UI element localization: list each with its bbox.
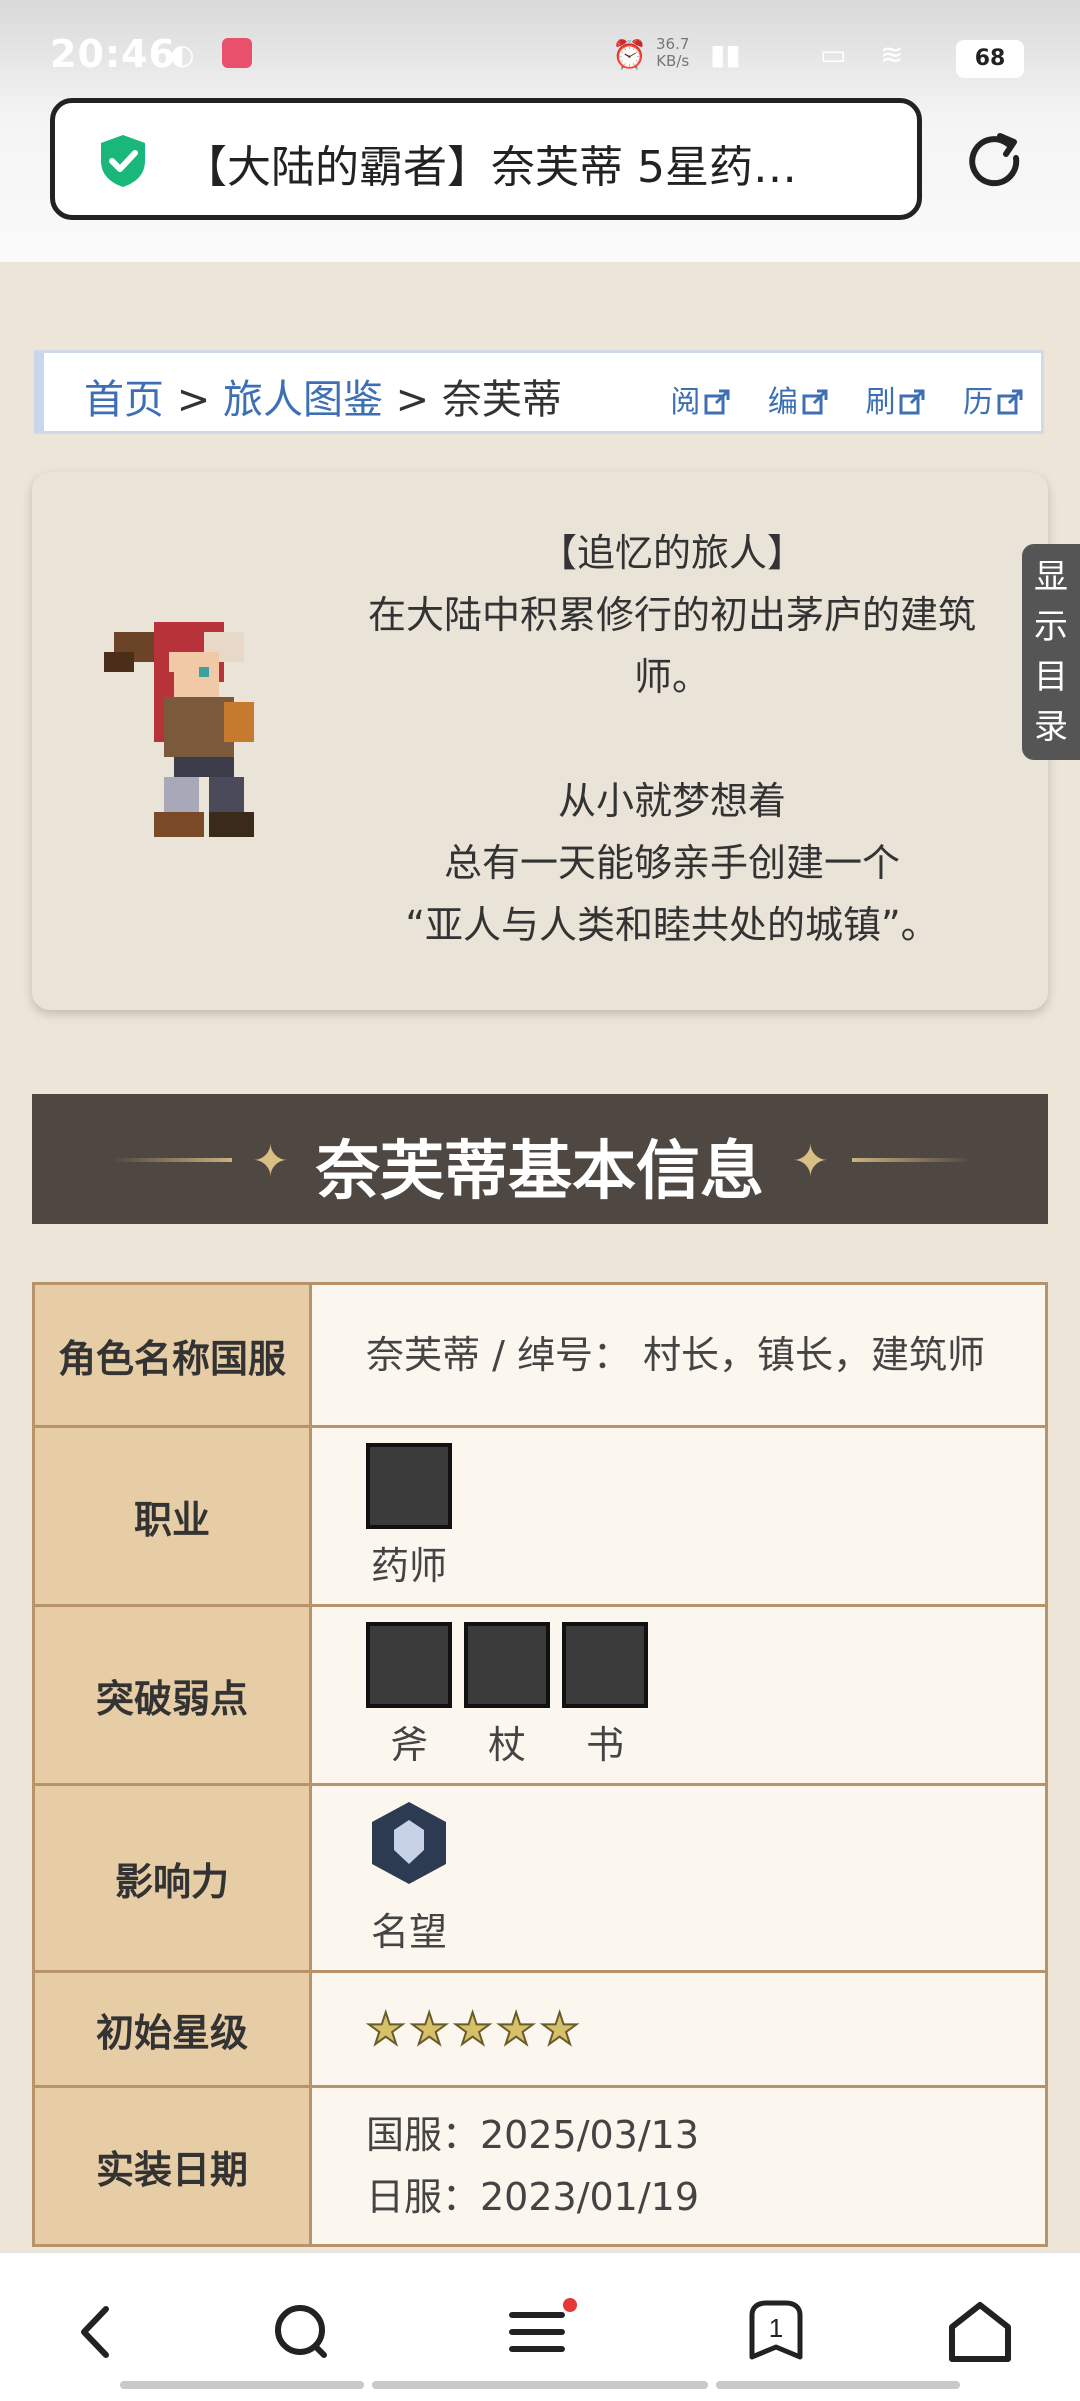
tabs-icon[interactable]: 1: [736, 2297, 816, 2367]
row-value: 名望: [309, 1783, 1048, 1973]
tool-history-link[interactable]: 历: [949, 385, 1023, 420]
row-value: 奈芙蒂 / 绰号： 村长，镇长，建筑师: [309, 1282, 1048, 1428]
job-apothecary[interactable]: 药师: [366, 1442, 452, 1590]
alarm-icon: ⏰: [612, 38, 647, 71]
apothecary-job-icon: [366, 1442, 452, 1529]
home-icon[interactable]: [940, 2297, 1020, 2367]
section-title: 奈芙蒂基本信息: [316, 1135, 764, 1209]
status-bar: 20:46 ◐ ⏰ 36.7 KB/s ▮▮ ▭ ≋ 68: [0, 0, 1080, 100]
tool-edit-link[interactable]: 编: [754, 385, 828, 420]
address-bar[interactable]: 【大陆的霸者】奈芙蒂 5星药…: [50, 98, 922, 220]
gesture-bar: [372, 2381, 708, 2389]
row-key: 影响力: [32, 1783, 312, 1973]
external-link-icon: [802, 389, 828, 415]
heading-ornament-line: [852, 1158, 972, 1162]
book-icon: [562, 1621, 648, 1708]
row-key: 初始星级: [32, 1970, 312, 2088]
table-row: 职业 药师: [32, 1425, 1048, 1607]
row-value: 药师: [309, 1425, 1048, 1607]
character-intro-card: 【追忆的旅人】 在大陆中积累修行的初出茅庐的建筑 师。 从小就梦想着 总有一天能…: [32, 472, 1048, 1010]
character-description: 【追忆的旅人】 在大陆中积累修行的初出茅庐的建筑 师。 从小就梦想着 总有一天能…: [367, 531, 976, 947]
breadcrumb-separator: >: [395, 377, 430, 423]
table-row: 初始星级 ★★★★★: [32, 1970, 1048, 2088]
table-row: 角色名称国服 奈芙蒂 / 绰号： 村长，镇长，建筑师: [32, 1282, 1048, 1428]
release-date-jp: 日服：2023/01/19: [366, 2175, 700, 2219]
browser-top-area: 20:46 ◐ ⏰ 36.7 KB/s ▮▮ ▭ ≋ 68 ‹ 【大陆的霸者】奈…: [0, 0, 1080, 262]
search-icon[interactable]: [262, 2297, 342, 2367]
table-row: 突破弱点 斧 杖 书: [32, 1604, 1048, 1786]
status-time: 20:46: [50, 32, 176, 76]
star-icon: ★: [408, 2003, 449, 2056]
row-key: 实装日期: [32, 2085, 312, 2247]
signal-icon: ▮▮: [710, 38, 741, 71]
back-icon[interactable]: [60, 2297, 140, 2367]
sparkle-icon: ✦: [792, 1136, 829, 1187]
breadcrumb-current: 奈芙蒂: [441, 377, 562, 423]
section-heading: ✦ 奈芙蒂基本信息 ✦: [32, 1094, 1048, 1224]
hd-icon: ▭: [820, 38, 847, 71]
row-key: 角色名称国服: [32, 1282, 312, 1428]
row-value: 国服：2025/03/13 日服：2023/01/19: [309, 2085, 1048, 2247]
breadcrumb-category-link[interactable]: 旅人图鉴: [223, 377, 383, 423]
breadcrumb-home-link[interactable]: 首页: [84, 377, 164, 423]
row-key: 突破弱点: [32, 1604, 312, 1786]
reload-icon[interactable]: [960, 128, 1030, 198]
release-date-cn: 国服：2025/03/13: [366, 2113, 700, 2157]
wifi-icon: ≋: [880, 38, 904, 71]
tool-read-link[interactable]: 阅: [656, 385, 730, 420]
star-rating: ★★★★★: [309, 1970, 1048, 2088]
influence-fame[interactable]: 名望: [366, 1800, 452, 1956]
gesture-bar: [120, 2381, 364, 2389]
tool-refresh-link[interactable]: 刷: [851, 385, 925, 420]
weakness-axe[interactable]: 斧: [366, 1621, 452, 1769]
star-icon: ★: [365, 2003, 406, 2056]
svg-text:1: 1: [769, 2313, 783, 2343]
star-icon: ★: [539, 2003, 580, 2056]
menu-icon[interactable]: [500, 2297, 580, 2367]
app-notification-icon: [222, 38, 252, 68]
page-content: 首页 > 旅人图鉴 > 奈芙蒂 阅 编 刷 历 【追忆的旅人】 在大陆中积累修行…: [0, 262, 1080, 2252]
breadcrumb-separator: >: [176, 377, 211, 423]
secure-shield-icon: [101, 135, 145, 187]
row-value: 斧 杖 书: [309, 1604, 1048, 1786]
browser-bottom-bar: 1: [0, 2252, 1080, 2401]
row-key: 职业: [32, 1425, 312, 1607]
fame-influence-icon: [372, 1802, 446, 1884]
show-toc-button[interactable]: 显示目录: [1022, 544, 1080, 760]
external-link-icon: [899, 389, 925, 415]
star-icon: ★: [495, 2003, 536, 2056]
table-row: 影响力 名望: [32, 1783, 1048, 1973]
table-row: 实装日期 国服：2025/03/13 日服：2023/01/19: [32, 2085, 1048, 2247]
axe-icon: [366, 1621, 452, 1708]
battery-indicator: 68: [956, 40, 1024, 78]
page-tools: 阅 编 刷 历: [642, 377, 1023, 421]
character-sprite-image: [104, 622, 254, 837]
page-title: 【大陆的霸者】奈芙蒂 5星药…: [183, 142, 797, 193]
weakness-staff[interactable]: 杖: [464, 1621, 550, 1769]
external-link-icon: [704, 389, 730, 415]
staff-icon: [464, 1621, 550, 1708]
sync-icon: ◐: [170, 38, 195, 71]
weakness-tome[interactable]: 书: [562, 1621, 648, 1769]
net-speed: 36.7 KB/s: [656, 35, 690, 70]
gesture-bar: [716, 2381, 960, 2389]
breadcrumb: 首页 > 旅人图鉴 > 奈芙蒂 阅 编 刷 历: [34, 350, 1044, 434]
star-icon: ★: [452, 2003, 493, 2056]
external-link-icon: [997, 389, 1023, 415]
basic-info-table: 角色名称国服 奈芙蒂 / 绰号： 村长，镇长，建筑师 职业 药师 突破弱点 斧 …: [32, 1282, 1048, 2247]
